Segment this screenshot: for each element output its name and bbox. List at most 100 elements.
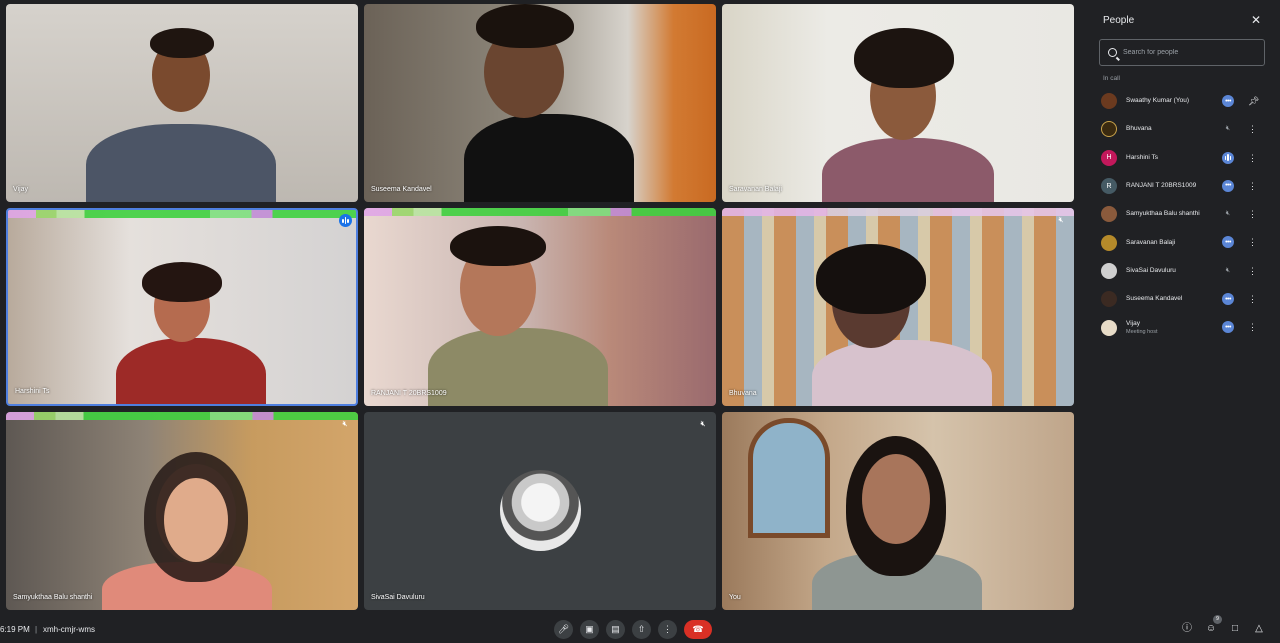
muted-mic-icon: 🔇︎ — [1225, 266, 1231, 274]
clock: 6:19 PM — [0, 625, 30, 634]
search-box[interactable] — [1099, 39, 1265, 66]
search-input[interactable] — [1123, 49, 1253, 56]
video-tile-bhuvana[interactable]: 🔇︎ Bhuvana — [722, 208, 1074, 406]
tile-name: Saravanan Balaji — [729, 186, 782, 193]
participant-name: Bhuvana — [1126, 125, 1152, 133]
muted-mic-icon: 🔇︎ — [1225, 125, 1231, 133]
person-hair — [142, 262, 222, 302]
people-icon[interactable]: ☺ — [1204, 622, 1218, 636]
video-tile-suseema[interactable]: Suseema Kandavel — [364, 4, 716, 202]
pin-icon[interactable]: 📌︎ — [1248, 95, 1259, 107]
person-face-front — [164, 478, 228, 562]
video-glitch-strip — [364, 208, 716, 216]
person-body — [428, 328, 608, 406]
microphone-button[interactable]: 🎤︎ — [554, 620, 573, 639]
participant-name: Samyukthaa Balu shanthi — [1126, 210, 1200, 218]
speaking-indicator-icon — [339, 214, 352, 227]
tile-name: Harshini Ts — [15, 388, 50, 395]
more-options-icon[interactable]: ••• — [1222, 293, 1234, 306]
avatar — [1101, 319, 1117, 336]
participant-name: Swaathy Kumar (You) — [1126, 97, 1189, 105]
person-body — [822, 138, 994, 202]
participant-row[interactable]: Samyukthaa Balu shanthi 🔇︎ ⋮ — [1090, 200, 1276, 228]
participant-name: Vijay Meeting host — [1126, 319, 1158, 335]
meet-app: Vijay Suseema Kandavel Saravanan Balaji … — [0, 0, 1280, 643]
participant-name: Suseema Kandavel — [1126, 295, 1183, 303]
participant-name: Saravanan Balaji — [1126, 238, 1176, 246]
participant-row[interactable]: Suseema Kandavel ••• ⋮ — [1090, 285, 1276, 313]
avatar — [1101, 262, 1117, 279]
avatar — [1101, 234, 1117, 251]
person-body — [86, 124, 276, 202]
person-face — [862, 454, 930, 544]
separator: | — [35, 625, 38, 634]
meeting-code: xmh-cmjr-wms — [43, 625, 95, 634]
video-tile-harshini[interactable]: Harshini Ts — [6, 208, 358, 406]
person-body — [812, 340, 992, 406]
person-body — [464, 114, 634, 202]
mic-icon: 🎤︎ — [557, 624, 570, 634]
participant-row[interactable]: R RANJANI T 20BRS1009 ••• ⋮ — [1090, 172, 1276, 200]
video-tile-ranjani[interactable]: RANJANI T 20BRS1009 — [364, 208, 716, 406]
more-options-icon[interactable]: ••• — [1222, 236, 1234, 249]
captions-icon: ▤ — [611, 624, 620, 634]
more-options-icon[interactable]: ••• — [1222, 321, 1234, 334]
avatar: H — [1101, 149, 1117, 166]
section-label: In call — [1103, 75, 1120, 82]
kebab-menu-icon[interactable]: ⋮ — [1248, 208, 1257, 220]
participant-row[interactable]: Vijay Meeting host ••• ⋮ — [1090, 313, 1276, 341]
camera-button[interactable]: ▣ — [580, 620, 599, 639]
panel-title: People — [1103, 15, 1135, 26]
participant-row[interactable]: SivaSai Davuluru 🔇︎ ⋮ — [1090, 257, 1276, 285]
video-tile-vijay[interactable]: Vijay — [6, 4, 358, 202]
info-icon[interactable]: ⓘ — [1180, 622, 1194, 636]
kebab-menu-icon[interactable]: ⋮ — [1248, 152, 1257, 164]
avatar — [1101, 291, 1117, 308]
video-tile-samyukthaa[interactable]: 🔇︎ Samyukthaa Balu shanthi — [6, 412, 358, 610]
person-hair — [450, 226, 546, 266]
more-options-icon[interactable]: ••• — [1222, 179, 1234, 192]
video-tile-sivasai[interactable]: 🔇︎ SivaSai Davuluru — [364, 412, 716, 610]
captions-button[interactable]: ▤ — [606, 620, 625, 639]
muted-mic-icon: 🔇︎ — [342, 419, 348, 428]
participant-row[interactable]: Saravanan Balaji ••• ⋮ — [1090, 228, 1276, 256]
tile-name: SivaSai Davuluru — [371, 594, 425, 601]
avatar — [1101, 121, 1117, 138]
tile-name: Bhuvana — [729, 390, 757, 397]
more-options-icon[interactable]: ••• — [1222, 95, 1234, 107]
window-background — [748, 418, 830, 538]
more-options-button[interactable]: ⋮ — [658, 620, 677, 639]
activities-icon[interactable]: △ — [1252, 622, 1266, 636]
hang-up-icon: ☎︎ — [692, 624, 704, 634]
participant-row[interactable]: H Harshini Ts ⋮ — [1090, 144, 1276, 172]
chat-icon[interactable]: □ — [1228, 622, 1242, 636]
present-button[interactable]: ⇧ — [632, 620, 651, 639]
kebab-menu-icon[interactable]: ⋮ — [1248, 180, 1257, 192]
tile-name: RANJANI T 20BRS1009 — [371, 390, 447, 397]
kebab-menu-icon[interactable]: ⋮ — [1248, 293, 1257, 305]
participant-name: Harshini Ts — [1126, 153, 1159, 161]
avatar: R — [1101, 178, 1117, 195]
avatar — [1101, 93, 1117, 110]
kebab-menu-icon[interactable]: ⋮ — [1248, 265, 1257, 277]
kebab-menu-icon[interactable]: ⋮ — [1248, 123, 1257, 135]
close-icon[interactable]: ✕ — [1249, 13, 1263, 27]
video-tile-saravanan[interactable]: Saravanan Balaji — [722, 4, 1074, 202]
kebab-menu-icon[interactable]: ⋮ — [1248, 236, 1257, 248]
tile-name: Samyukthaa Balu shanthi — [13, 594, 93, 601]
tile-name: Vijay — [13, 186, 29, 193]
kebab-menu-icon[interactable]: ⋮ — [1248, 321, 1257, 333]
video-glitch-strip — [722, 208, 1074, 216]
leave-call-button[interactable]: ☎︎ — [684, 620, 712, 639]
bottom-toolbar: 6:19 PM | xmh-cmjr-wms 🎤︎ ▣ ▤ ⇧ ⋮ ☎︎ ⓘ ☺… — [0, 615, 1280, 643]
video-tile-you[interactable]: You — [722, 412, 1074, 610]
tile-name: You — [729, 594, 741, 601]
person-hair — [476, 4, 574, 48]
participant-row[interactable]: Swaathy Kumar (You) ••• 📌︎ — [1090, 87, 1276, 115]
more-vert-icon: ⋮ — [663, 624, 672, 634]
video-glitch-strip — [8, 210, 356, 218]
participant-row[interactable]: Bhuvana 🔇︎ ⋮ — [1090, 115, 1276, 143]
people-panel: People ✕ In call Swaathy Kumar (You) •••… — [1090, 4, 1276, 610]
person-hair — [854, 28, 954, 88]
speaking-indicator-icon — [1222, 151, 1234, 164]
